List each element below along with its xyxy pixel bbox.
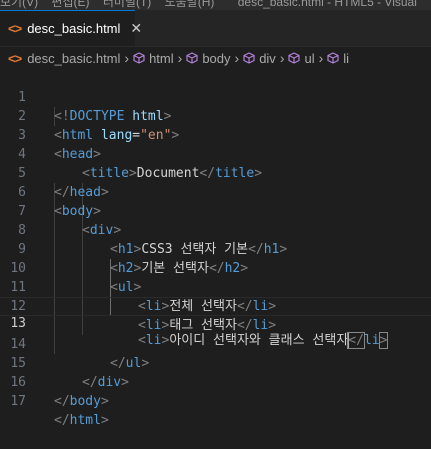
symbol-cube-icon	[186, 52, 198, 64]
html-file-icon: <>	[8, 21, 22, 36]
html-file-icon: <>	[8, 50, 22, 66]
code-line: 7 <div>	[0, 183, 431, 238]
breadcrumb-item-label: ul	[304, 50, 315, 66]
code-line: 12 <li>태그 선택자</li>	[0, 278, 431, 333]
code-line: 2 <html lang="en">	[0, 88, 431, 143]
code-line: 16 </body>	[0, 354, 431, 409]
symbol-cube-icon	[327, 52, 339, 64]
code-line-current: 13 <li>아이디 선택자와 클래스 선택자</li>	[0, 297, 431, 349]
breadcrumb-item-label: div	[259, 50, 276, 66]
code-line: 15 </div>	[0, 335, 431, 390]
code-content: </html>	[54, 413, 109, 428]
code-content: </body>	[54, 394, 109, 409]
breadcrumb-item-label: html	[149, 50, 174, 66]
editor-tab-bar: <> desc_basic.html ✕	[0, 10, 431, 47]
breadcrumb-item-body[interactable]: body	[186, 50, 231, 66]
breadcrumb-item-html[interactable]: html	[133, 51, 174, 66]
breadcrumb-item-label: li	[343, 50, 350, 66]
chevron-right-icon: ›	[177, 50, 183, 66]
chevron-right-icon: ›	[279, 50, 285, 66]
code-editor[interactable]: 1 <!DOCTYPE html> 2 <html lang="en"> 3 <…	[0, 69, 431, 428]
breadcrumb-file[interactable]: <> desc_basic.html	[0, 51, 120, 66]
breadcrumb: <> desc_basic.html › html › body › div ›…	[0, 47, 431, 69]
code-line: 4 <title>Document</title>	[0, 126, 431, 181]
chevron-right-icon: ›	[124, 50, 130, 66]
code-line: 8 <h1>CSS3 선택자 기본</h1>	[0, 202, 431, 257]
breadcrumb-item-div[interactable]: div	[243, 51, 276, 66]
symbol-cube-icon	[243, 52, 255, 64]
code-line: 1 <!DOCTYPE html>	[0, 69, 431, 124]
breadcrumb-file-label: desc_basic.html	[27, 50, 121, 66]
code-line: 10 <ul>	[0, 240, 431, 295]
close-icon[interactable]: ✕	[130, 21, 142, 37]
breadcrumb-item-ul[interactable]: ul	[288, 50, 315, 66]
tab-desc-basic-html[interactable]: <> desc_basic.html ✕	[0, 10, 142, 46]
breadcrumb-item-label: body	[202, 50, 231, 66]
breadcrumb-item-li[interactable]: li	[327, 51, 349, 66]
line-number: 17	[10, 394, 26, 409]
code-line: 11 <li>전체 선택자</li>	[0, 259, 431, 314]
code-line: 9 <h2>기본 선택자</h2>	[0, 221, 431, 276]
code-line: 5 </head>	[0, 145, 431, 200]
symbol-cube-icon	[133, 52, 145, 64]
code-line: 6 <body>	[0, 164, 431, 219]
code-line: 14 </ul>	[0, 316, 431, 371]
menu-bar-text: 보기(V) 편집(E) 터미널(T) 도움말(H) desc_basic.htm…	[0, 0, 417, 9]
symbol-cube-icon	[288, 52, 301, 64]
menu-bar: 보기(V) 편집(E) 터미널(T) 도움말(H) desc_basic.htm…	[0, 0, 431, 10]
code-line: 3 <head>	[0, 107, 431, 162]
chevron-right-icon: ›	[234, 50, 240, 66]
chevron-right-icon: ›	[318, 50, 324, 66]
code-line: 17 </html>	[0, 373, 431, 428]
tab-label: desc_basic.html	[27, 21, 121, 36]
